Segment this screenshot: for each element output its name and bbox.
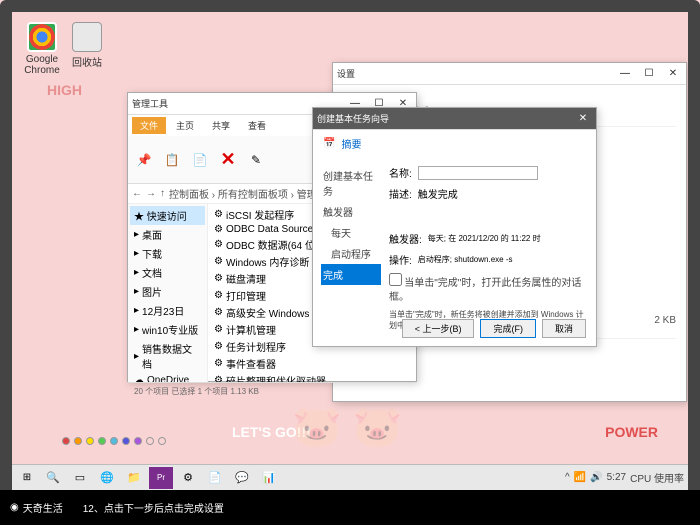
wallpaper-text-high: HIGH [47, 82, 82, 98]
taskbar[interactable]: ⊞ 🔍 ▭ 🌐 📁 Pr ⚙ 📄 💬 📊 ^ 📶 🔊 5:27 CPU 使用率 [12, 464, 688, 490]
desc-label: 描述: [389, 186, 412, 201]
action-value: 启动程序; shutdown.exe -s [418, 254, 513, 265]
start-button[interactable]: ⊞ [16, 467, 38, 489]
watermark: ◉ 天奇生活 [10, 500, 63, 515]
settings-title: 设置 [337, 67, 355, 80]
clock[interactable]: 5:27 [607, 472, 626, 483]
wallpaper-dots [62, 437, 166, 445]
open-properties-checkbox[interactable] [389, 273, 402, 286]
step-action: 启动程序 [321, 243, 381, 264]
tray-label: CPU 使用率 [630, 470, 684, 485]
nav-item[interactable]: ▸ 图片 [130, 282, 205, 301]
wizard-titlebar[interactable]: 创建基本任务向导 ✕ [313, 108, 596, 130]
nav-item[interactable]: ▸ win10专业版 [130, 320, 205, 339]
chrome-icon [27, 22, 57, 52]
nav-pane[interactable]: ★ 快速访问 ▸ 桌面 ▸ 下载 ▸ 文档 ▸ 图片 ▸ 12月23日 ▸ wi… [128, 204, 208, 382]
step-trigger: 触发器 [321, 201, 381, 222]
icon-label: Google Chrome [22, 54, 62, 76]
nav-item[interactable]: ▸ 12月23日 [130, 301, 205, 320]
app-icon[interactable]: 📊 [257, 467, 281, 489]
system-tray[interactable]: ^ 📶 🔊 5:27 CPU 使用率 [565, 470, 684, 485]
app-icon[interactable]: ⚙ [176, 467, 200, 489]
chrome-shortcut[interactable]: Google Chrome [22, 22, 62, 76]
recycle-icon [72, 22, 102, 52]
name-input[interactable] [418, 166, 538, 180]
paste-icon[interactable]: 📄 [188, 148, 212, 172]
trigger-label: 触发器: [389, 231, 422, 246]
nav-item[interactable]: ▸ 销售数据文档 [130, 339, 205, 373]
trigger-value: 每天; 在 2021/12/20 的 11:22 时 [428, 233, 541, 244]
file-item[interactable]: ⚙ 事件查看器 [210, 355, 414, 372]
up-icon[interactable]: ↑ [160, 188, 165, 199]
wizard-title: 创建基本任务向导 [317, 112, 389, 125]
search-icon[interactable]: 🔍 [41, 467, 65, 489]
watermark-icon: ◉ [10, 502, 19, 513]
recycle-bin[interactable]: 回收站 [67, 22, 107, 69]
step-daily: 每天 [321, 222, 381, 243]
checkbox-label: 当单击"完成"时，打开此任务属性的对话框。 [389, 278, 581, 303]
app-icon[interactable]: 💬 [230, 467, 254, 489]
wallpaper-pigs: 🐷 🐷 [292, 403, 403, 450]
explorer-title: 管理工具 [132, 97, 168, 110]
statusbar: 20 个项目 已选择 1 个项目 1.13 KB [128, 382, 416, 400]
file-item[interactable]: ⚙ 碎片整理和优化驱动器 [210, 372, 414, 382]
settings-titlebar[interactable]: 设置 — ☐ ✕ [333, 63, 686, 85]
back-icon[interactable]: ← [132, 188, 142, 199]
wallpaper-text-power: POWER [605, 424, 658, 440]
close-button[interactable]: ✕ [574, 111, 592, 127]
delete-icon[interactable]: ✕ [216, 148, 240, 172]
name-label: 名称: [389, 165, 412, 180]
icon-label: 回收站 [67, 54, 107, 69]
edge-icon[interactable]: 🌐 [95, 467, 119, 489]
minimize-button[interactable]: — [616, 66, 634, 82]
step-finish: 完成 [321, 264, 381, 285]
caption-text: 12、点击下一步后点击完成设置 [83, 500, 224, 515]
nav-item[interactable]: ▸ 下载 [130, 244, 205, 263]
wizard-icon: 📅 [323, 138, 335, 149]
desc-value: 触发完成 [418, 186, 458, 201]
close-button[interactable]: ✕ [664, 66, 682, 82]
action-label: 操作: [389, 252, 412, 267]
rename-icon[interactable]: ✎ [244, 148, 268, 172]
nav-onedrive[interactable]: ☁ OneDrive [130, 373, 205, 382]
nav-item[interactable]: ▸ 桌面 [130, 225, 205, 244]
tab-share[interactable]: 共享 [204, 117, 238, 134]
app-icon[interactable]: 📄 [203, 467, 227, 489]
network-icon[interactable]: 📶 [574, 472, 586, 483]
tray-up-icon[interactable]: ^ [565, 472, 570, 483]
task-view-icon[interactable]: ▭ [68, 467, 92, 489]
wizard-header: 摘要 [341, 136, 361, 151]
nav-item[interactable]: ▸ 文档 [130, 263, 205, 282]
explorer-icon[interactable]: 📁 [122, 467, 146, 489]
task-wizard-window[interactable]: 创建基本任务向导 ✕ 📅 摘要 创建基本任务 触发器 每天 启动程序 完成 名称… [312, 107, 597, 347]
back-button[interactable]: < 上一步(B) [402, 319, 475, 338]
tab-view[interactable]: 查看 [240, 117, 274, 134]
finish-button[interactable]: 完成(F) [480, 319, 536, 338]
wizard-steps: 创建基本任务 触发器 每天 启动程序 完成 [321, 165, 381, 337]
app-icon[interactable]: Pr [149, 467, 173, 489]
caption-bar: ◉ 天奇生活 12、点击下一步后点击完成设置 [0, 490, 700, 525]
pin-icon[interactable]: 📌 [132, 148, 156, 172]
maximize-button[interactable]: ☐ [640, 66, 658, 82]
wizard-content: 名称: 描述: 触发完成 触发器: 每天; 在 2021/12/20 的 11:… [389, 165, 588, 337]
cancel-button[interactable]: 取消 [542, 319, 586, 338]
tab-home[interactable]: 主页 [168, 117, 202, 134]
volume-icon[interactable]: 🔊 [590, 472, 602, 483]
forward-icon[interactable]: → [146, 188, 156, 199]
copy-icon[interactable]: 📋 [160, 148, 184, 172]
tab-file[interactable]: 文件 [132, 117, 166, 134]
step-create: 创建基本任务 [321, 165, 381, 201]
nav-quickaccess[interactable]: ★ 快速访问 [130, 206, 205, 225]
